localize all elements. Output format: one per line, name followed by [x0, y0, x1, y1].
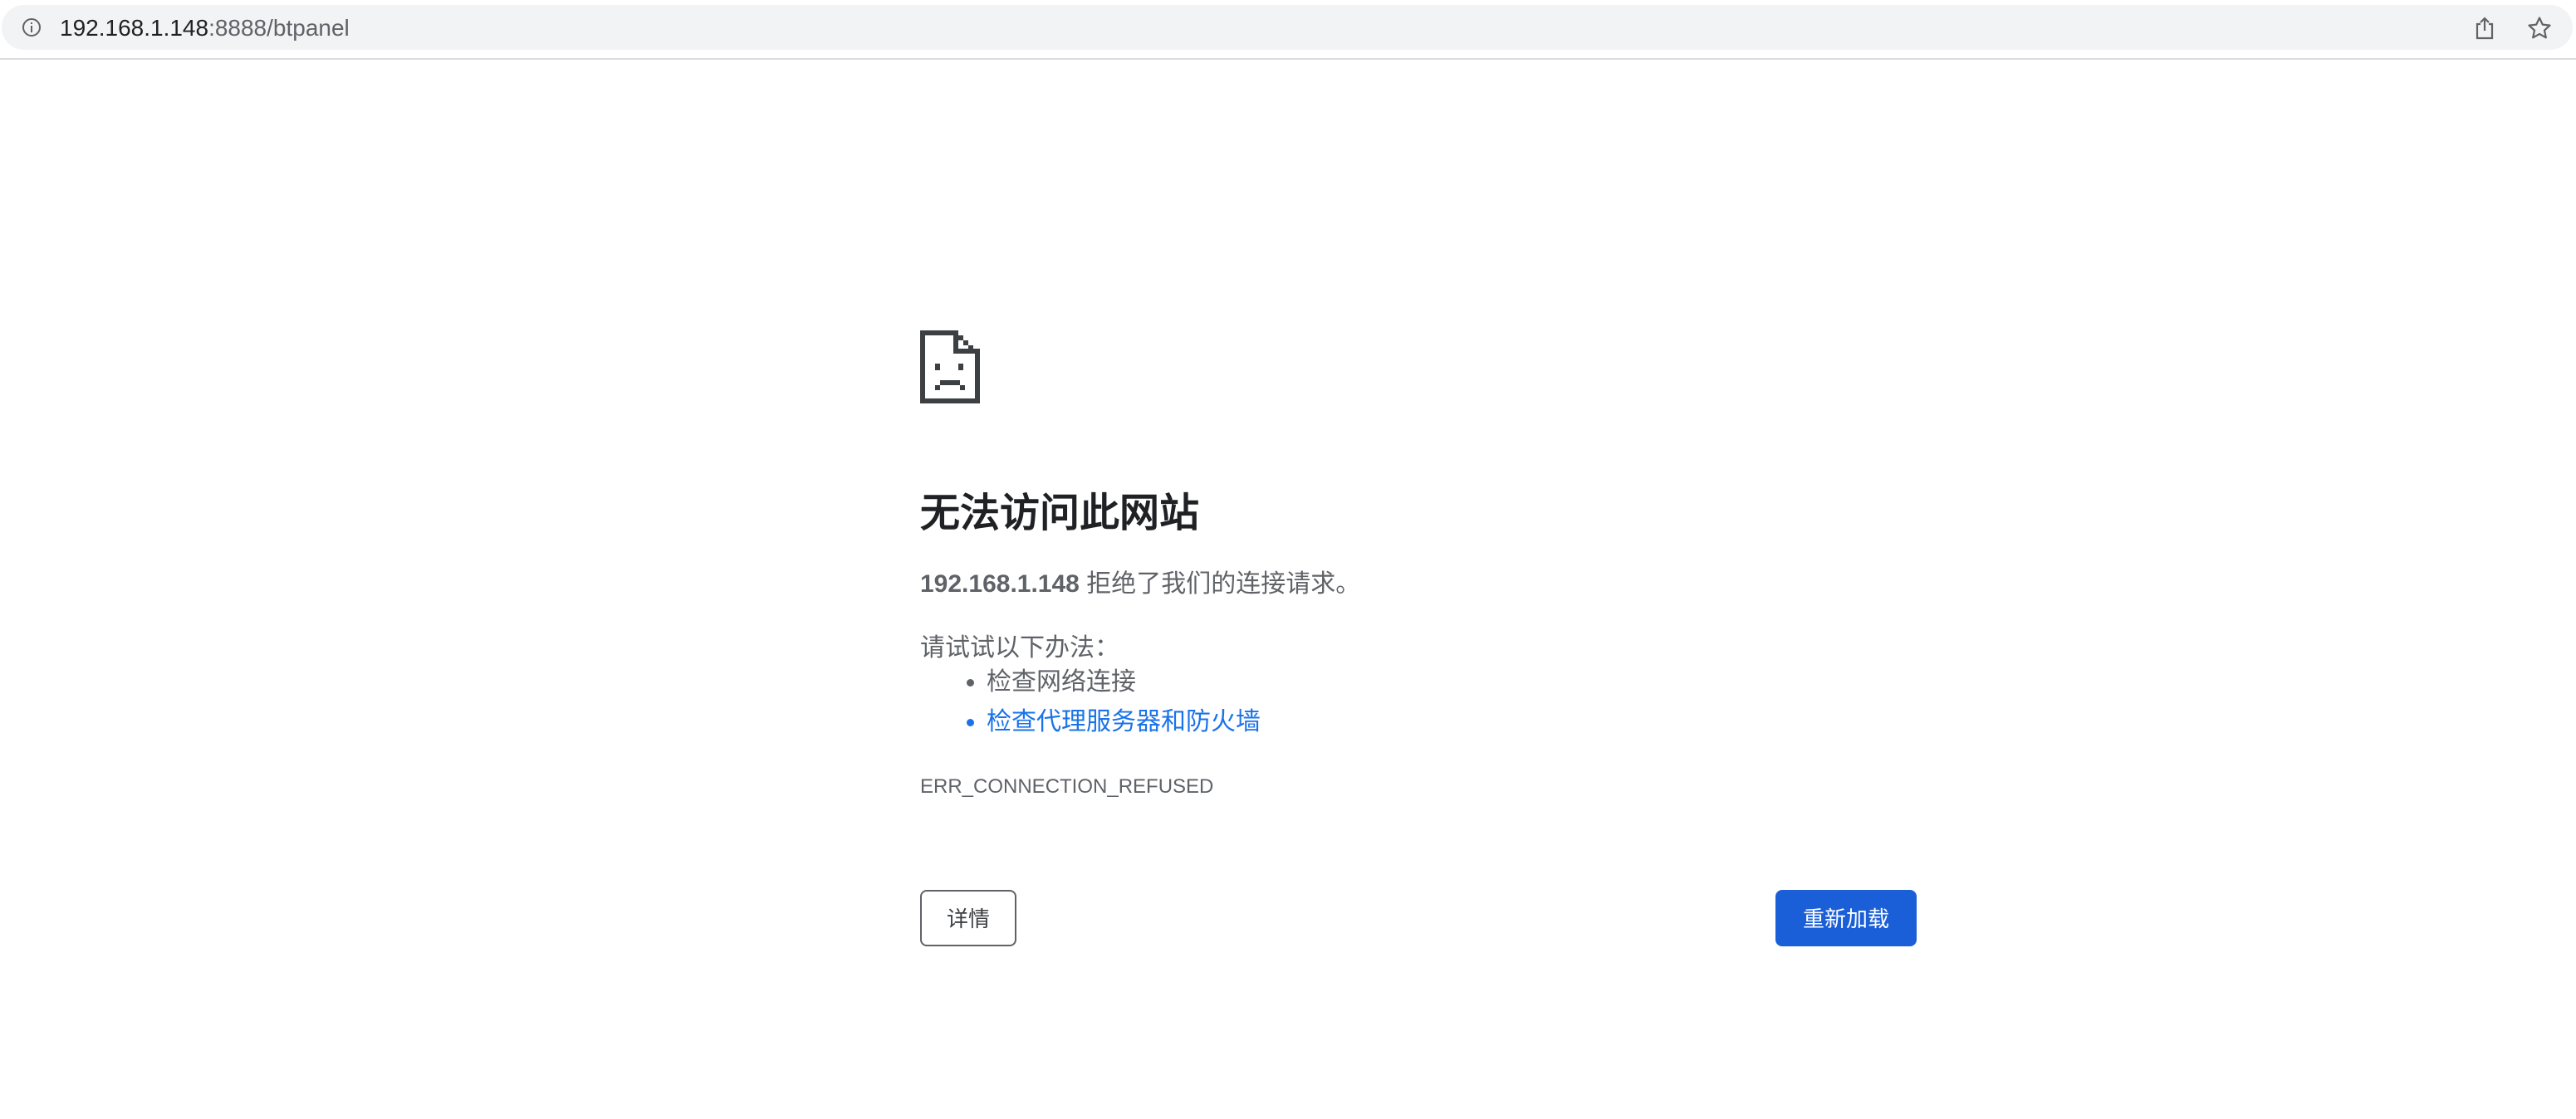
- reload-button[interactable]: 重新加载: [1775, 890, 1917, 946]
- details-button[interactable]: 详情: [920, 890, 1016, 946]
- sad-document-icon: [920, 330, 980, 403]
- star-icon[interactable]: [2527, 16, 2552, 41]
- error-host: 192.168.1.148: [920, 570, 1080, 598]
- url-path: :8888/btpanel: [208, 15, 350, 41]
- browser-toolbar: 192.168.1.148:8888/btpanel: [0, 0, 2576, 60]
- url-text[interactable]: 192.168.1.148:8888/btpanel: [60, 16, 350, 41]
- share-icon[interactable]: [2474, 17, 2495, 40]
- error-code: ERR_CONNECTION_REFUSED: [920, 775, 1214, 798]
- error-message: 拒绝了我们的连接请求。: [1079, 570, 1361, 598]
- suggestions-label: 请试试以下办法：: [920, 634, 1119, 662]
- url-host: 192.168.1.148: [60, 15, 209, 41]
- page-title: 无法访问此网站: [920, 491, 1200, 535]
- error-description: 192.168.1.148 拒绝了我们的连接请求。: [920, 563, 1360, 599]
- info-icon[interactable]: [22, 17, 42, 37]
- suggestions-list: 检查网络连接 检查代理服务器和防火墙: [920, 662, 1261, 742]
- suggestion-check-proxy-firewall-link[interactable]: 检查代理服务器和防火墙: [987, 702, 1261, 742]
- suggestion-check-network: 检查网络连接: [987, 662, 1261, 702]
- address-bar[interactable]: 192.168.1.148:8888/btpanel: [2, 5, 2573, 50]
